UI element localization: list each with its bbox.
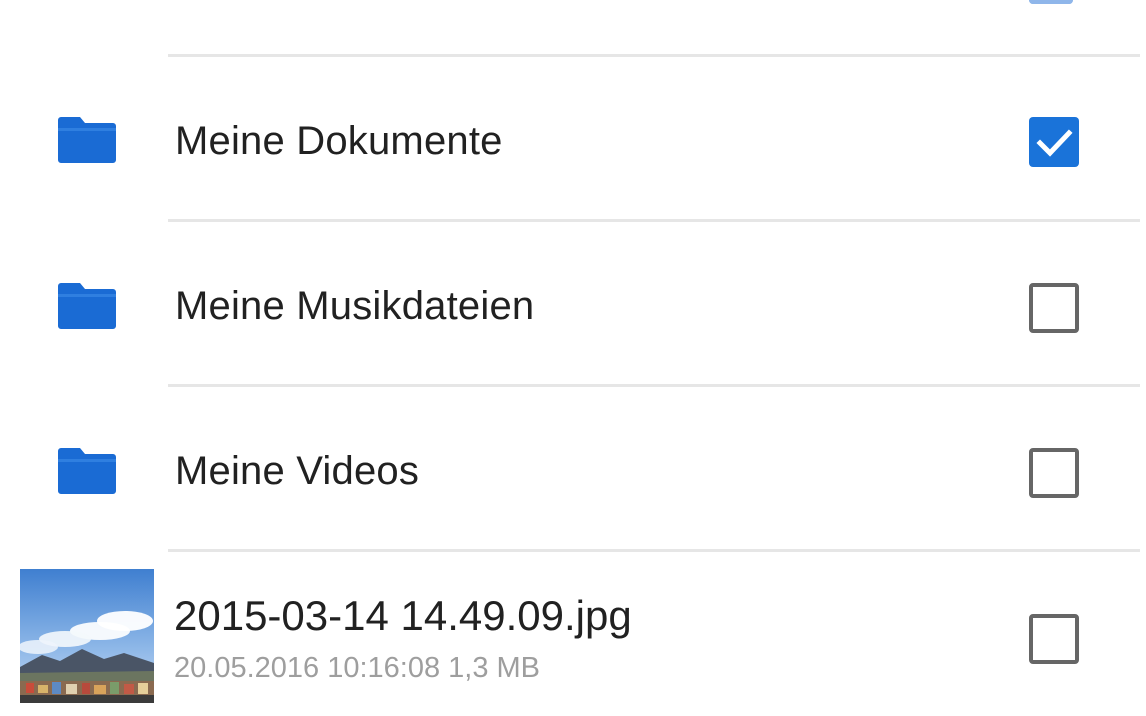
folder-label: Meine Dokumente xyxy=(175,119,503,163)
folder-label: Meine Musikdateien xyxy=(175,284,535,328)
checkbox-unchecked[interactable] xyxy=(1029,283,1079,333)
checkbox-partial[interactable] xyxy=(1029,0,1073,4)
file-picker-list: Meine Dokumente Meine Musikdateien Meine… xyxy=(0,0,1146,716)
list-item-meine-musikdateien[interactable]: Meine Musikdateien xyxy=(0,222,1146,385)
checkmark-icon xyxy=(1036,129,1073,157)
list-item-meine-dokumente[interactable]: Meine Dokumente xyxy=(0,57,1146,220)
list-item-partial[interactable] xyxy=(0,0,1146,30)
image-thumbnail xyxy=(20,569,154,703)
file-meta: 20.05.2016 10:16:08 1,3 MB xyxy=(174,652,541,684)
divider xyxy=(168,549,1140,552)
folder-label: Meine Videos xyxy=(175,449,420,493)
checkbox-checked[interactable] xyxy=(1029,117,1079,167)
folder-icon xyxy=(58,283,116,329)
checkbox-unchecked[interactable] xyxy=(1029,448,1079,498)
checkbox-unchecked[interactable] xyxy=(1029,614,1079,664)
folder-icon xyxy=(58,448,116,494)
file-name: 2015-03-14 14.49.09.jpg xyxy=(174,592,632,639)
folder-icon xyxy=(58,117,116,163)
list-item-meine-videos[interactable]: Meine Videos xyxy=(0,387,1146,550)
